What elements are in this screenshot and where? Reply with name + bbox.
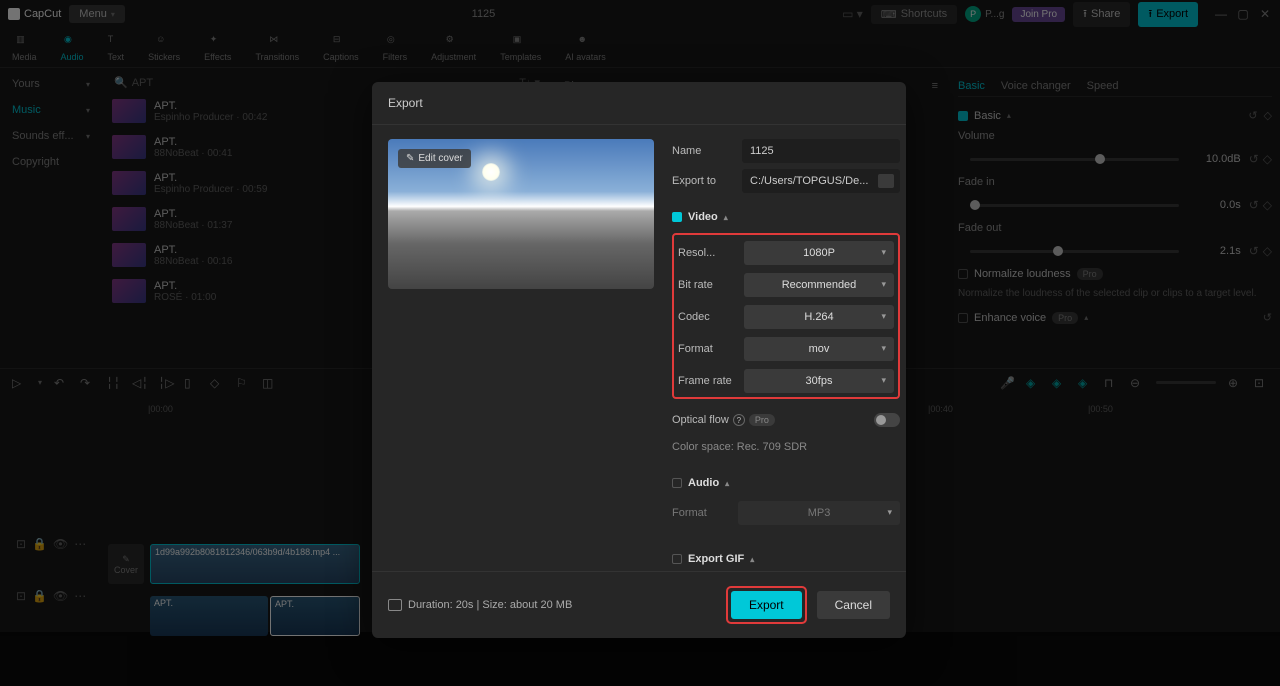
film-icon: [388, 599, 402, 611]
audio-format-label: Format: [672, 507, 738, 519]
resolution-label: Resol...: [678, 247, 744, 259]
format-label: Format: [678, 343, 744, 355]
format-select[interactable]: mov: [744, 337, 894, 361]
duration-info: Duration: 20s | Size: about 20 MB: [388, 599, 572, 611]
codec-label: Codec: [678, 311, 744, 323]
folder-icon[interactable]: [878, 174, 894, 188]
resolution-select[interactable]: 1080P: [744, 241, 894, 265]
export-button-highlight: Export: [726, 586, 807, 624]
framerate-select[interactable]: 30fps: [744, 369, 894, 393]
exportto-input[interactable]: [742, 169, 900, 193]
audio-format-select: MP3: [738, 501, 900, 525]
checkbox-icon[interactable]: [672, 212, 682, 222]
exportto-label: Export to: [672, 175, 734, 187]
pencil-icon: ✎: [406, 153, 414, 164]
checkbox-icon[interactable]: [672, 478, 682, 488]
codec-select[interactable]: H.264: [744, 305, 894, 329]
modal-title: Export: [372, 82, 906, 125]
framerate-label: Frame rate: [678, 375, 744, 387]
gif-section-header[interactable]: Export GIF ▴: [672, 553, 900, 565]
name-input[interactable]: [742, 139, 900, 163]
optical-toggle[interactable]: [874, 413, 900, 427]
video-section-header[interactable]: Video ▴: [672, 211, 900, 223]
pro-badge: Pro: [749, 414, 775, 426]
edit-cover-button[interactable]: ✎ Edit cover: [398, 149, 471, 168]
bitrate-label: Bit rate: [678, 279, 744, 291]
optical-label: Optical flow: [672, 414, 729, 426]
colorspace-info: Color space: Rec. 709 SDR: [672, 441, 900, 453]
video-settings-highlight: Resol... 1080P Bit rate Recommended Code…: [672, 233, 900, 399]
modal-cancel-button[interactable]: Cancel: [817, 591, 890, 619]
bitrate-select[interactable]: Recommended: [744, 273, 894, 297]
export-modal: Export ✎ Edit cover Name Export to: [372, 82, 906, 638]
checkbox-icon[interactable]: [672, 554, 682, 564]
audio-section-header[interactable]: Audio ▴: [672, 477, 900, 489]
sun-icon: [482, 163, 500, 181]
modal-export-button[interactable]: Export: [731, 591, 802, 619]
help-icon[interactable]: ?: [733, 414, 745, 426]
name-label: Name: [672, 145, 734, 157]
preview-thumbnail: ✎ Edit cover: [388, 139, 654, 289]
